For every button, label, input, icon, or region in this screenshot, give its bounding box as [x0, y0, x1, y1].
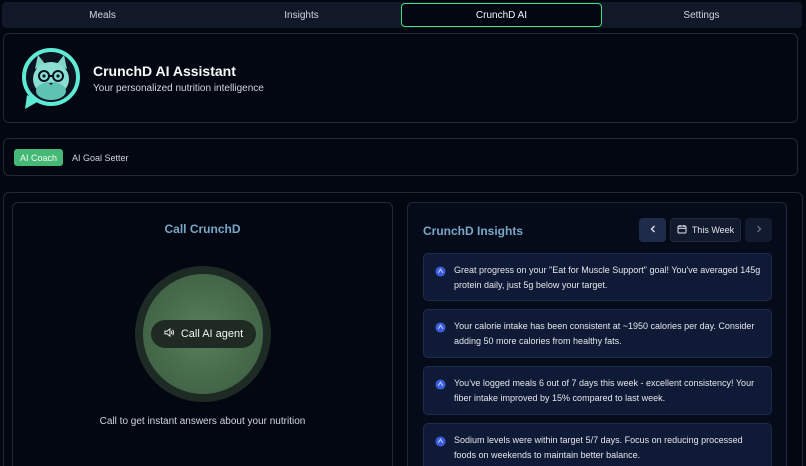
- page-subtitle: Your personalized nutrition intelligence: [93, 83, 264, 94]
- call-panel: Call CrunchD Call AI agent Call to get i…: [12, 202, 393, 466]
- tab-insights[interactable]: Insights: [202, 3, 401, 27]
- page-title: CrunchD AI Assistant: [93, 63, 236, 79]
- subtab-ai-goal-setter[interactable]: AI Goal Setter: [66, 149, 135, 166]
- main-tabbar: Meals Insights CrunchD AI Settings: [2, 2, 802, 28]
- insight-icon: [435, 434, 446, 447]
- tab-crunchd-ai[interactable]: CrunchD AI: [401, 3, 602, 27]
- assistant-header-card: CrunchD AI Assistant Your personalized n…: [3, 33, 798, 123]
- call-panel-title: Call CrunchD: [164, 222, 241, 236]
- subtab-ai-coach[interactable]: AI Coach: [14, 149, 64, 166]
- insight-text: Sodium levels were within target 5/7 day…: [454, 435, 743, 460]
- insights-panel: CrunchD Insights This Week Great progres…: [407, 202, 787, 466]
- insight-card: Your calorie intake has been consistent …: [423, 309, 772, 358]
- insight-icon: [435, 320, 446, 333]
- week-selector-button[interactable]: This Week: [670, 218, 741, 242]
- insight-text: You've logged meals 6 out of 7 days this…: [454, 378, 755, 403]
- previous-week-button[interactable]: [639, 218, 666, 242]
- speaker-icon: [164, 327, 175, 341]
- chevron-left-icon: [649, 225, 657, 235]
- insight-text: Your calorie intake has been consistent …: [454, 321, 755, 346]
- call-hint-text: Call to get instant answers about your n…: [99, 416, 306, 427]
- calendar-icon: [677, 224, 687, 236]
- insight-icon: [435, 264, 446, 277]
- next-week-button[interactable]: [745, 218, 772, 242]
- insight-card: You've logged meals 6 out of 7 days this…: [423, 366, 772, 415]
- insight-card: Great progress on your "Eat for Muscle S…: [423, 253, 772, 301]
- ai-mode-tabs: AI Coach AI Goal Setter: [3, 138, 798, 176]
- call-ai-agent-label: Call AI agent: [180, 328, 244, 340]
- cat-glasses-avatar-icon: [19, 47, 83, 111]
- week-selector-label: This Week: [691, 225, 735, 235]
- tab-settings[interactable]: Settings: [602, 3, 801, 27]
- chevron-right-icon: [755, 225, 763, 235]
- insight-text: Great progress on your "Eat for Muscle S…: [454, 265, 761, 290]
- insight-card: Sodium levels were within target 5/7 day…: [423, 423, 772, 466]
- insights-title: CrunchD Insights: [423, 224, 524, 238]
- call-ai-agent-button[interactable]: Call AI agent: [151, 320, 256, 348]
- tab-meals[interactable]: Meals: [3, 3, 202, 27]
- insight-icon: [435, 377, 446, 390]
